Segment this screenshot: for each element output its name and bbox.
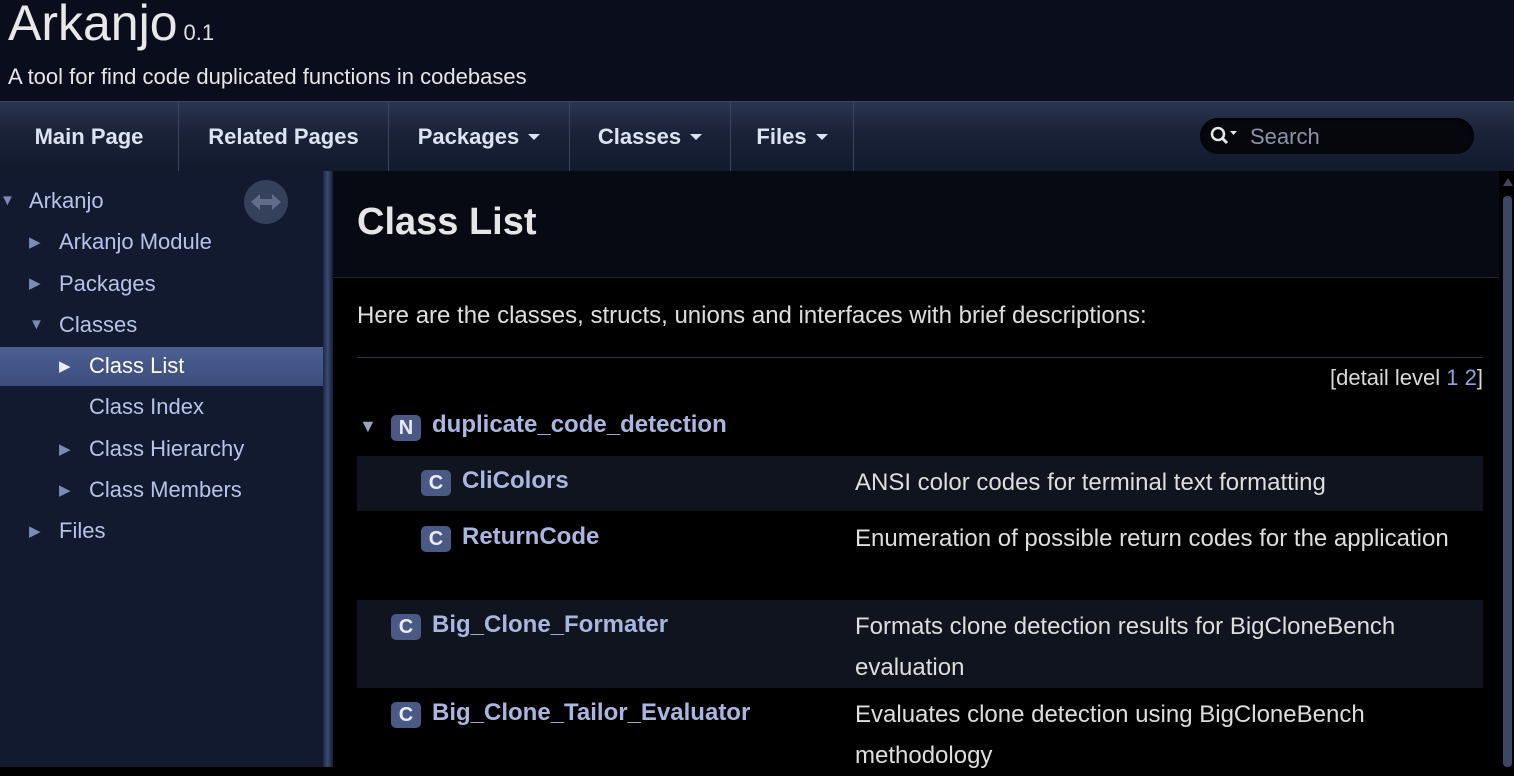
caret-down-icon	[528, 133, 541, 140]
search-box[interactable]	[1200, 118, 1474, 156]
caret-down-icon	[815, 133, 828, 140]
main-nav-bar: Main Page Related Pages Packages Classes…	[0, 101, 1514, 172]
page-title: Class List	[357, 201, 537, 243]
class-link[interactable]: ReturnCode	[462, 523, 599, 551]
nav-related-pages[interactable]: Related Pages	[179, 102, 389, 171]
collapsed-arrow-icon[interactable]: ▶	[29, 233, 41, 251]
expanded-arrow-icon[interactable]: ▼	[29, 316, 44, 333]
sidebar-item-class-list[interactable]: Class List	[89, 346, 184, 386]
detail-level-1-link[interactable]: 1	[1446, 365, 1458, 390]
expanded-arrow-icon[interactable]: ▼	[359, 416, 377, 437]
detail-level-close: ]	[1476, 365, 1483, 390]
sync-arrows-icon	[251, 194, 281, 210]
collapsed-arrow-icon[interactable]: ▶	[59, 481, 71, 499]
sidebar-item-class-members[interactable]: Class Members	[89, 470, 242, 510]
namespace-link[interactable]: duplicate_code_detection	[432, 411, 727, 439]
class-badge-icon: C	[421, 470, 451, 496]
class-badge-icon: C	[391, 702, 421, 728]
sidebar-item-class-index[interactable]: Class Index	[89, 387, 204, 427]
detail-level-label: [detail level	[1330, 365, 1441, 390]
project-brief: A tool for find code duplicated function…	[8, 64, 527, 89]
class-description: Enumeration of possible return codes for…	[855, 525, 1449, 552]
class-description: Evaluates clone detection using BigClone…	[855, 701, 1365, 769]
nav-main-page[interactable]: Main Page	[0, 102, 179, 171]
project-header: Arkanjo 0.1 A tool for find code duplicat…	[0, 0, 1514, 101]
expanded-arrow-icon[interactable]: ▼	[0, 192, 15, 209]
collapsed-arrow-icon[interactable]: ▶	[59, 357, 71, 375]
class-description: ANSI color codes for terminal text forma…	[855, 469, 1326, 496]
sidebar-item-classes[interactable]: Classes	[59, 305, 137, 345]
sidebar-item-files[interactable]: Files	[59, 511, 105, 551]
nav-packages-label: Packages	[417, 123, 520, 149]
sidebar-resize-handle[interactable]	[323, 171, 333, 767]
scrollbar-thumb[interactable]	[1503, 196, 1512, 767]
sidebar-item-packages[interactable]: Packages	[59, 264, 156, 304]
detail-level-selector: [detail level 1 2]	[1330, 365, 1483, 391]
nav-main-page-label: Main Page	[34, 123, 144, 149]
sidebar-item-arkanjo-module[interactable]: Arkanjo Module	[59, 222, 212, 262]
namespace-badge-icon: N	[391, 415, 421, 441]
sync-toggle-button[interactable]	[244, 180, 288, 224]
intro-text: Here are the classes, structs, unions an…	[357, 302, 1147, 329]
divider	[357, 357, 1483, 358]
nav-packages[interactable]: Packages	[389, 102, 570, 171]
caret-down-icon	[690, 133, 703, 140]
project-name: Arkanjo	[8, 0, 178, 51]
project-version: 0.1	[183, 20, 215, 45]
search-input[interactable]	[1248, 118, 1462, 156]
collapsed-arrow-icon[interactable]: ▶	[29, 274, 41, 292]
class-badge-icon: C	[421, 526, 451, 552]
sidebar-item-class-hierarchy[interactable]: Class Hierarchy	[89, 429, 244, 469]
class-description: Formats clone detection results for BigC…	[855, 613, 1396, 681]
nav-files-label: Files	[756, 123, 807, 149]
nav-classes-label: Classes	[597, 123, 682, 149]
class-link[interactable]: Big_Clone_Formater	[432, 611, 668, 639]
collapsed-arrow-icon[interactable]: ▶	[59, 440, 71, 458]
class-link[interactable]: Big_Clone_Tailor_Evaluator	[432, 699, 750, 727]
search-icon[interactable]	[1210, 126, 1238, 151]
collapsed-arrow-icon[interactable]: ▶	[29, 522, 41, 540]
nav-classes[interactable]: Classes	[570, 102, 731, 171]
nav-related-pages-label: Related Pages	[208, 123, 359, 149]
detail-level-2-link[interactable]: 2	[1465, 365, 1477, 390]
class-badge-icon: C	[391, 614, 421, 640]
nav-files[interactable]: Files	[731, 102, 854, 171]
scroll-up-arrow-icon[interactable]	[1503, 178, 1513, 186]
sidebar-item-arkanjo[interactable]: Arkanjo	[29, 181, 104, 221]
project-title-block: Arkanjo 0.1	[8, 0, 214, 52]
class-link[interactable]: CliColors	[462, 467, 569, 495]
